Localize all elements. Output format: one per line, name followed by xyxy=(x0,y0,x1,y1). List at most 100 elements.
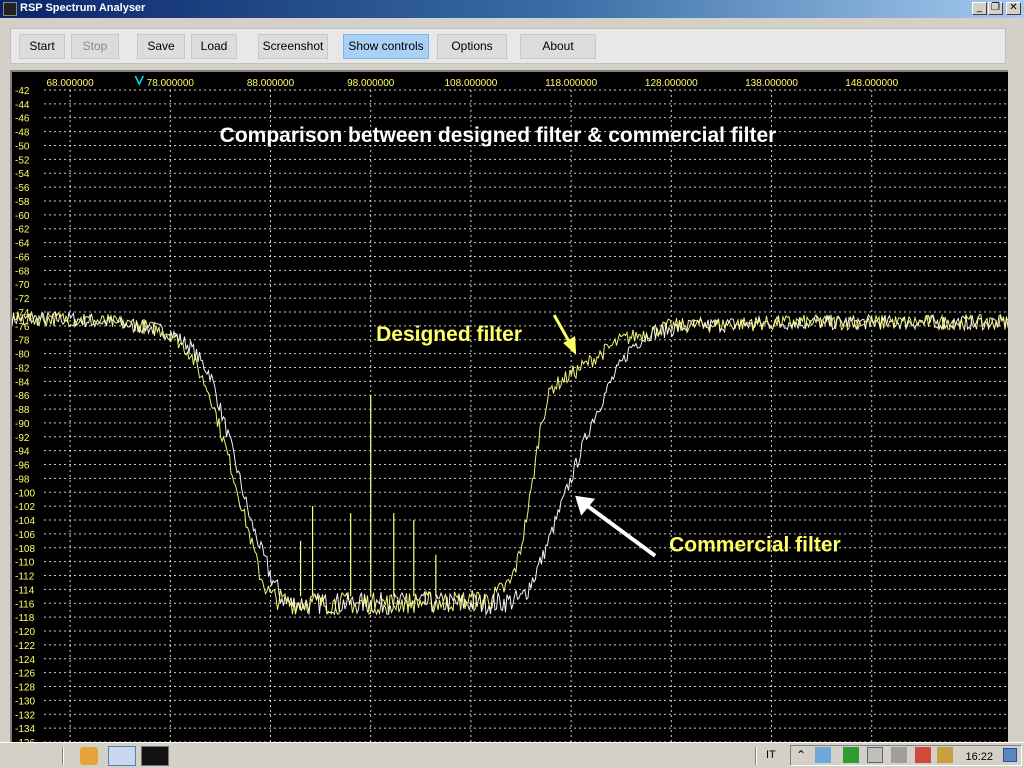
window-title: RSP Spectrum Analyser xyxy=(20,2,146,14)
toolbar: Start Stop Save Load Screenshot Show con… xyxy=(10,28,1006,64)
save-button[interactable]: Save xyxy=(137,34,185,59)
y-tick-label: -64 xyxy=(15,239,30,250)
x-tick-label: 128.000000 xyxy=(645,78,698,89)
battery-icon[interactable] xyxy=(937,747,953,763)
commercial-filter-label: Commercial filter xyxy=(669,533,841,556)
y-tick-label: -96 xyxy=(15,461,30,472)
y-tick-label: -72 xyxy=(15,294,30,305)
y-tick-label: -108 xyxy=(15,544,35,555)
about-button[interactable]: About xyxy=(520,34,596,59)
start-button[interactable]: Start xyxy=(19,34,65,59)
restore-button[interactable]: ❐ xyxy=(988,2,1003,15)
y-tick-label: -56 xyxy=(15,183,30,194)
screenshot-button[interactable]: Screenshot xyxy=(258,34,328,59)
y-tick-label: -118 xyxy=(15,613,35,624)
traces xyxy=(12,310,1008,617)
close-button[interactable]: ✕ xyxy=(1006,2,1021,15)
y-tick-label: -124 xyxy=(15,655,35,666)
y-tick-label: -102 xyxy=(15,502,35,513)
commercial-filter-arrowhead xyxy=(575,495,596,516)
options-button[interactable]: Options xyxy=(437,34,507,59)
y-tick-label: -46 xyxy=(15,114,30,125)
y-tick-label: -80 xyxy=(15,350,30,361)
commercial-filter-trace xyxy=(12,310,1008,617)
x-tick-label: 78.000000 xyxy=(147,78,195,89)
grid xyxy=(44,89,1008,742)
device-icon[interactable] xyxy=(867,747,883,763)
y-tick-label: -48 xyxy=(15,128,30,139)
y-tick-label: -66 xyxy=(15,252,30,263)
app-icon xyxy=(3,2,17,16)
y-axis-ticks: -42 -44 -46 -48 -50 -52 -54 -56 -58 -60 -62 -64 -66 -… xyxy=(15,86,35,742)
y-tick-label: -42 xyxy=(15,86,30,97)
minimize-button[interactable]: _ xyxy=(972,2,987,15)
y-tick-label: -44 xyxy=(15,100,30,111)
taskbar-separator xyxy=(62,747,64,765)
y-tick-label: -50 xyxy=(15,141,30,152)
y-tick-label: -88 xyxy=(15,405,30,416)
y-tick-label: -82 xyxy=(15,363,30,374)
y-tick-label: -116 xyxy=(15,599,35,610)
security-check-icon[interactable] xyxy=(843,747,859,763)
spectrum-chart-svg[interactable]: -42 -44 -46 -48 -50 -52 -54 -56 -58 -60 -62 -64 -66 -… xyxy=(12,72,1008,742)
stop-button[interactable]: Stop xyxy=(71,34,119,59)
y-tick-label: -52 xyxy=(15,155,30,166)
spectrum-app-taskbar-icon[interactable] xyxy=(141,746,169,766)
clock[interactable]: 16:22 xyxy=(965,751,993,763)
system-tray: ⌃ 16:22 xyxy=(790,745,1022,766)
taskbar: IT ⌃ 16:22 xyxy=(0,742,1024,768)
y-tick-label: -100 xyxy=(15,488,35,499)
y-tick-label: -92 xyxy=(15,433,30,444)
y-tick-label: -78 xyxy=(15,336,30,347)
x-axis-ticks: 68.000000 78.000000 88.000000 98.000000 108.… xyxy=(46,75,899,89)
y-tick-label: -120 xyxy=(15,627,35,638)
x-tick-label: 88.000000 xyxy=(247,78,295,89)
y-tick-label: -86 xyxy=(15,391,30,402)
y-tick-label: -106 xyxy=(15,530,35,541)
y-tick-label: -84 xyxy=(15,377,30,388)
volume-icon[interactable] xyxy=(891,747,907,763)
tray-chevron-icon[interactable]: ⌃ xyxy=(796,748,806,762)
y-tick-label: -130 xyxy=(15,696,35,707)
y-tick-label: -112 xyxy=(15,572,35,583)
y-tick-label: -60 xyxy=(15,211,30,222)
show-controls-button[interactable]: Show controls xyxy=(343,34,429,59)
frequency-marker xyxy=(134,75,144,86)
spectrum-plot[interactable]: -42 -44 -46 -48 -50 -52 -54 -56 -58 -60 -62 -64 -66 -… xyxy=(10,70,1008,742)
media-player-icon[interactable] xyxy=(80,747,98,765)
designed-filter-label: Designed filter xyxy=(376,323,522,346)
language-indicator[interactable]: IT xyxy=(766,749,776,761)
alert-icon[interactable] xyxy=(915,747,931,763)
x-tick-label: 68.000000 xyxy=(46,78,94,89)
show-desktop-icon[interactable] xyxy=(1003,748,1017,762)
y-tick-label: -70 xyxy=(15,280,30,291)
x-tick-label: 98.000000 xyxy=(347,78,395,89)
y-tick-label: -122 xyxy=(15,641,35,652)
designed-filter-trace xyxy=(12,310,1008,616)
x-tick-label: 108.000000 xyxy=(444,78,497,89)
y-tick-label: -76 xyxy=(15,322,30,333)
y-tick-label: -94 xyxy=(15,447,30,458)
network-icon[interactable] xyxy=(815,747,831,763)
load-button[interactable]: Load xyxy=(191,34,237,59)
y-tick-label: -132 xyxy=(15,710,35,721)
y-tick-label: -104 xyxy=(15,516,35,527)
y-tick-label: -68 xyxy=(15,266,30,277)
x-tick-label: 148.000000 xyxy=(845,78,898,89)
y-tick-label: -98 xyxy=(15,474,30,485)
x-tick-label: 138.000000 xyxy=(745,78,798,89)
y-tick-label: -128 xyxy=(15,683,35,694)
y-tick-label: -58 xyxy=(15,197,30,208)
chart-title: Comparison between designed filter & com… xyxy=(220,124,777,147)
y-tick-label: -126 xyxy=(15,669,35,680)
y-tick-label: -90 xyxy=(15,419,30,430)
y-tick-label: -134 xyxy=(15,724,35,735)
file-explorer-icon[interactable] xyxy=(108,746,136,766)
title-bar: RSP Spectrum Analyser _ ❐ ✕ xyxy=(0,0,1024,18)
y-tick-label: -62 xyxy=(15,225,30,236)
y-tick-label: -114 xyxy=(15,585,35,596)
y-tick-label: -110 xyxy=(15,558,35,569)
x-tick-label: 118.000000 xyxy=(545,78,598,89)
taskbar-separator xyxy=(755,747,757,765)
designed-filter-arrowhead xyxy=(563,335,577,355)
